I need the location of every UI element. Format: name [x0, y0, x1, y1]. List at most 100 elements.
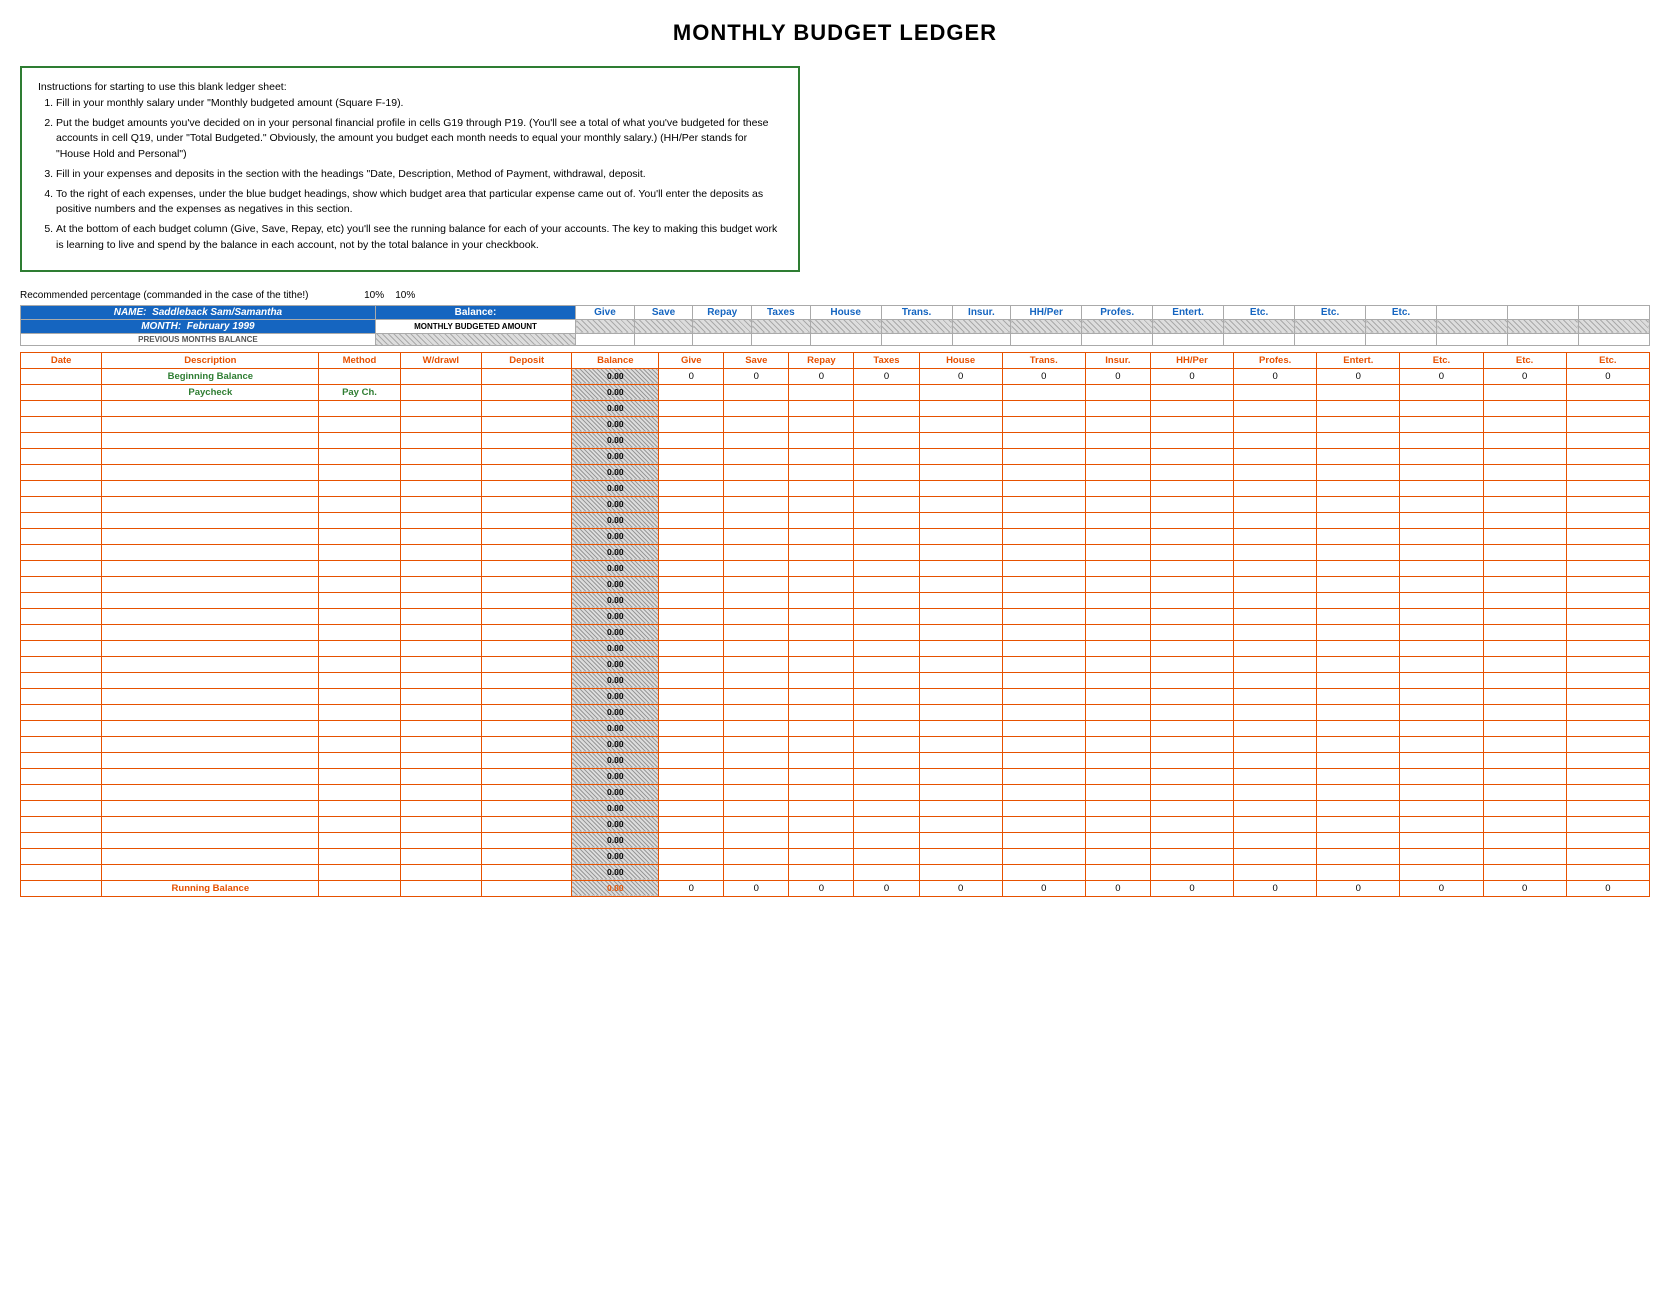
dr4-desc[interactable] — [102, 464, 319, 480]
dr12-date[interactable] — [21, 592, 102, 608]
dr12-method[interactable] — [319, 592, 400, 608]
dr21-trans[interactable] — [1002, 736, 1085, 752]
dr11-deposit[interactable] — [482, 576, 572, 592]
dr23-entert[interactable] — [1317, 768, 1400, 784]
dr7-give[interactable] — [659, 512, 724, 528]
dr4-repay[interactable] — [789, 464, 854, 480]
dr15-repay[interactable] — [789, 640, 854, 656]
dr24-method[interactable] — [319, 784, 400, 800]
dr22-taxes[interactable] — [854, 752, 919, 768]
dr26-date[interactable] — [21, 816, 102, 832]
dr29-date[interactable] — [21, 864, 102, 880]
dr13-taxes[interactable] — [854, 608, 919, 624]
dr0-etc3[interactable] — [1566, 400, 1649, 416]
dr23-insur[interactable] — [1085, 768, 1150, 784]
dr9-insur[interactable] — [1085, 544, 1150, 560]
dr27-profes[interactable] — [1234, 832, 1317, 848]
dr19-save[interactable] — [724, 704, 789, 720]
dr28-method[interactable] — [319, 848, 400, 864]
dr15-save[interactable] — [724, 640, 789, 656]
dr2-desc[interactable] — [102, 432, 319, 448]
dr23-etc3[interactable] — [1566, 768, 1649, 784]
dr10-date[interactable] — [21, 560, 102, 576]
dr13-entert[interactable] — [1317, 608, 1400, 624]
dr28-deposit[interactable] — [482, 848, 572, 864]
dr23-house[interactable] — [919, 768, 1002, 784]
dr4-etc3[interactable] — [1566, 464, 1649, 480]
dr7-taxes[interactable] — [854, 512, 919, 528]
dr7-etc2[interactable] — [1483, 512, 1566, 528]
dr17-method[interactable] — [319, 672, 400, 688]
dr18-taxes[interactable] — [854, 688, 919, 704]
dr18-desc[interactable] — [102, 688, 319, 704]
dr1-save[interactable] — [724, 416, 789, 432]
dr12-etc3[interactable] — [1566, 592, 1649, 608]
dr7-profes[interactable] — [1234, 512, 1317, 528]
dr23-profes[interactable] — [1234, 768, 1317, 784]
dr3-etc2[interactable] — [1483, 448, 1566, 464]
dr1-desc[interactable] — [102, 416, 319, 432]
dr17-etc1[interactable] — [1400, 672, 1483, 688]
dr26-method[interactable] — [319, 816, 400, 832]
dr8-hhper[interactable] — [1150, 528, 1233, 544]
dr12-wdrawl[interactable] — [400, 592, 481, 608]
dr12-repay[interactable] — [789, 592, 854, 608]
dr13-date[interactable] — [21, 608, 102, 624]
dr12-house[interactable] — [919, 592, 1002, 608]
dr10-entert[interactable] — [1317, 560, 1400, 576]
dr13-etc2[interactable] — [1483, 608, 1566, 624]
dr8-etc1[interactable] — [1400, 528, 1483, 544]
dr29-deposit[interactable] — [482, 864, 572, 880]
dr4-insur[interactable] — [1085, 464, 1150, 480]
dr19-method[interactable] — [319, 704, 400, 720]
dr25-desc[interactable] — [102, 800, 319, 816]
bb-wdrawl[interactable] — [400, 368, 481, 384]
dr7-etc3[interactable] — [1566, 512, 1649, 528]
dr16-profes[interactable] — [1234, 656, 1317, 672]
dr27-deposit[interactable] — [482, 832, 572, 848]
dr25-deposit[interactable] — [482, 800, 572, 816]
dr11-etc3[interactable] — [1566, 576, 1649, 592]
pc-etc2[interactable] — [1483, 384, 1566, 400]
dr4-profes[interactable] — [1234, 464, 1317, 480]
dr8-trans[interactable] — [1002, 528, 1085, 544]
dr18-etc3[interactable] — [1566, 688, 1649, 704]
dr16-date[interactable] — [21, 656, 102, 672]
dr29-trans[interactable] — [1002, 864, 1085, 880]
dr27-method[interactable] — [319, 832, 400, 848]
dr19-deposit[interactable] — [482, 704, 572, 720]
dr3-save[interactable] — [724, 448, 789, 464]
dr29-etc3[interactable] — [1566, 864, 1649, 880]
dr13-give[interactable] — [659, 608, 724, 624]
dr27-trans[interactable] — [1002, 832, 1085, 848]
dr14-wdrawl[interactable] — [400, 624, 481, 640]
dr19-taxes[interactable] — [854, 704, 919, 720]
dr3-taxes[interactable] — [854, 448, 919, 464]
dr5-deposit[interactable] — [482, 480, 572, 496]
dr13-method[interactable] — [319, 608, 400, 624]
dr23-wdrawl[interactable] — [400, 768, 481, 784]
dr25-etc1[interactable] — [1400, 800, 1483, 816]
dr24-deposit[interactable] — [482, 784, 572, 800]
dr17-house[interactable] — [919, 672, 1002, 688]
bb-method[interactable] — [319, 368, 400, 384]
dr15-hhper[interactable] — [1150, 640, 1233, 656]
dr0-profes[interactable] — [1234, 400, 1317, 416]
dr0-date[interactable] — [21, 400, 102, 416]
dr28-wdrawl[interactable] — [400, 848, 481, 864]
dr17-trans[interactable] — [1002, 672, 1085, 688]
dr0-taxes[interactable] — [854, 400, 919, 416]
dr29-repay[interactable] — [789, 864, 854, 880]
dr9-profes[interactable] — [1234, 544, 1317, 560]
dr11-entert[interactable] — [1317, 576, 1400, 592]
dr9-give[interactable] — [659, 544, 724, 560]
dr26-hhper[interactable] — [1150, 816, 1233, 832]
dr13-etc1[interactable] — [1400, 608, 1483, 624]
dr25-wdrawl[interactable] — [400, 800, 481, 816]
dr11-repay[interactable] — [789, 576, 854, 592]
dr13-trans[interactable] — [1002, 608, 1085, 624]
dr10-deposit[interactable] — [482, 560, 572, 576]
dr0-save[interactable] — [724, 400, 789, 416]
dr28-etc3[interactable] — [1566, 848, 1649, 864]
dr10-give[interactable] — [659, 560, 724, 576]
